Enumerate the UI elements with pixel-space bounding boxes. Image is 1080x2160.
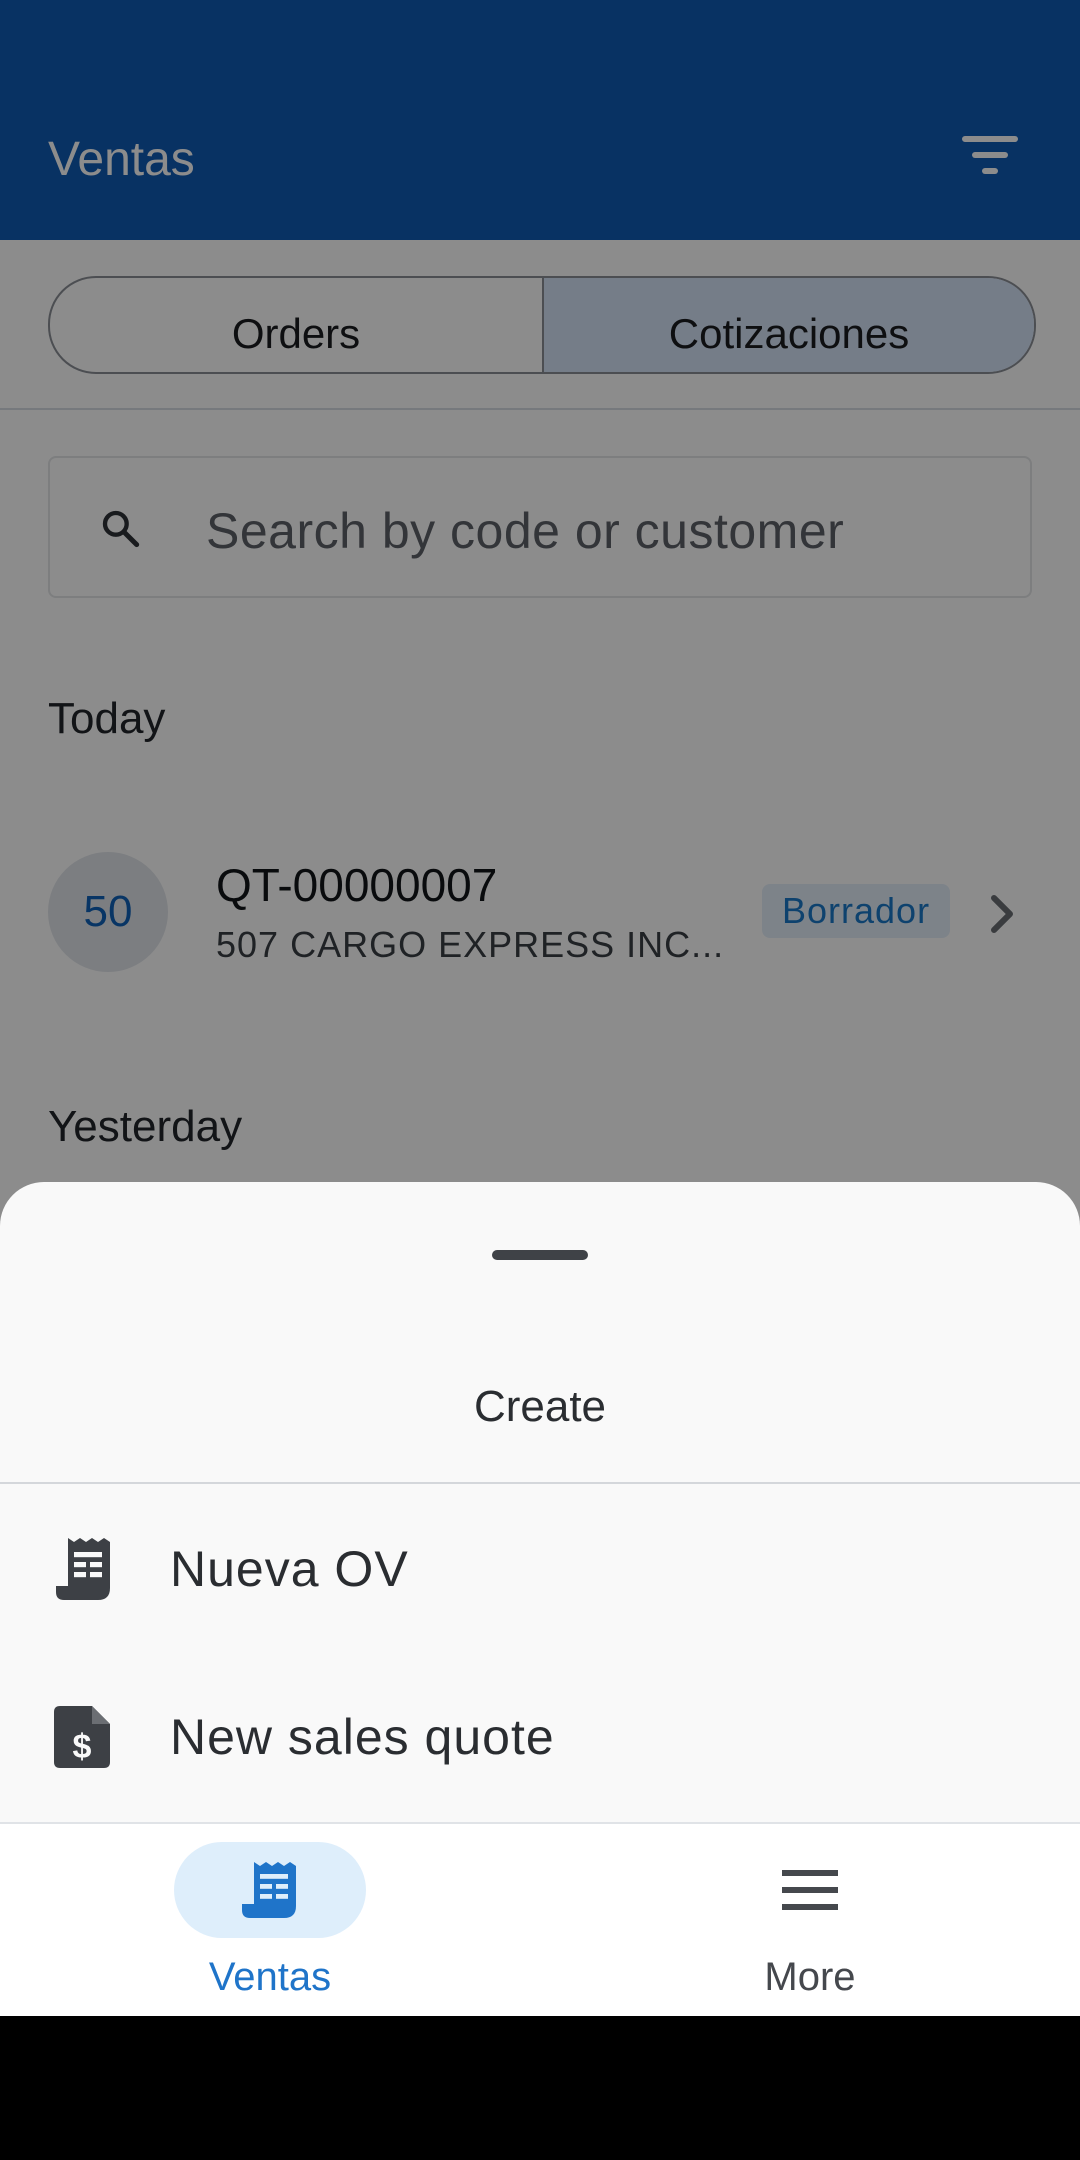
create-bottom-sheet: Create Nueva OV $ New sales quote — [0, 1182, 1080, 1822]
drag-handle[interactable] — [492, 1250, 588, 1260]
menu-item-new-sales-quote[interactable]: $ New sales quote — [0, 1652, 1080, 1820]
dollar-document-icon: $ — [54, 1706, 110, 1768]
menu-item-nueva-ov[interactable]: Nueva OV — [0, 1484, 1080, 1652]
bottom-navigation: Ventas More — [0, 1822, 1080, 2016]
menu-item-label: New sales quote — [170, 1709, 555, 1765]
receipt-icon — [242, 1862, 296, 1918]
sheet-title: Create — [473, 1382, 607, 1431]
nav-label-more: More — [764, 1955, 856, 1999]
sales-screen: Ventas Orders Cotizaciones Search by cod… — [0, 0, 1080, 2016]
menu-item-label: Nueva OV — [170, 1541, 409, 1597]
receipt-icon — [56, 1538, 110, 1600]
menu-icon — [782, 1870, 838, 1910]
svg-text:$: $ — [73, 1728, 92, 1766]
nav-label-ventas: Ventas — [208, 1955, 332, 1999]
nav-item-more[interactable]: More — [540, 1824, 1080, 2016]
nav-item-ventas[interactable]: Ventas — [0, 1824, 540, 2016]
